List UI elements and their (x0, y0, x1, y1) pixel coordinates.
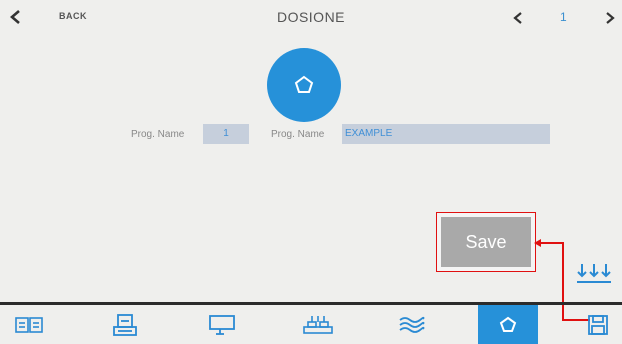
adjust-levels-icon[interactable] (576, 262, 612, 286)
tab-printer[interactable] (96, 305, 154, 344)
printer-icon (113, 313, 137, 336)
tab-waves[interactable] (382, 305, 440, 344)
tab-pentagon[interactable] (478, 305, 538, 344)
tab-book[interactable] (0, 305, 58, 344)
tab-monitor[interactable] (193, 305, 251, 344)
book-icon (15, 316, 43, 333)
rollers-icon (303, 315, 333, 334)
pentagon-icon (499, 316, 517, 332)
tab-save[interactable] (578, 305, 618, 344)
monitor-icon (209, 314, 235, 335)
waves-icon (399, 316, 425, 333)
annotation-arrow (534, 239, 590, 321)
save-icon (588, 314, 608, 335)
dosione-screen: BACK DOSIONE 1 Prog. Name 1 Prog. Name E… (0, 0, 622, 344)
tab-rollers[interactable] (289, 305, 347, 344)
